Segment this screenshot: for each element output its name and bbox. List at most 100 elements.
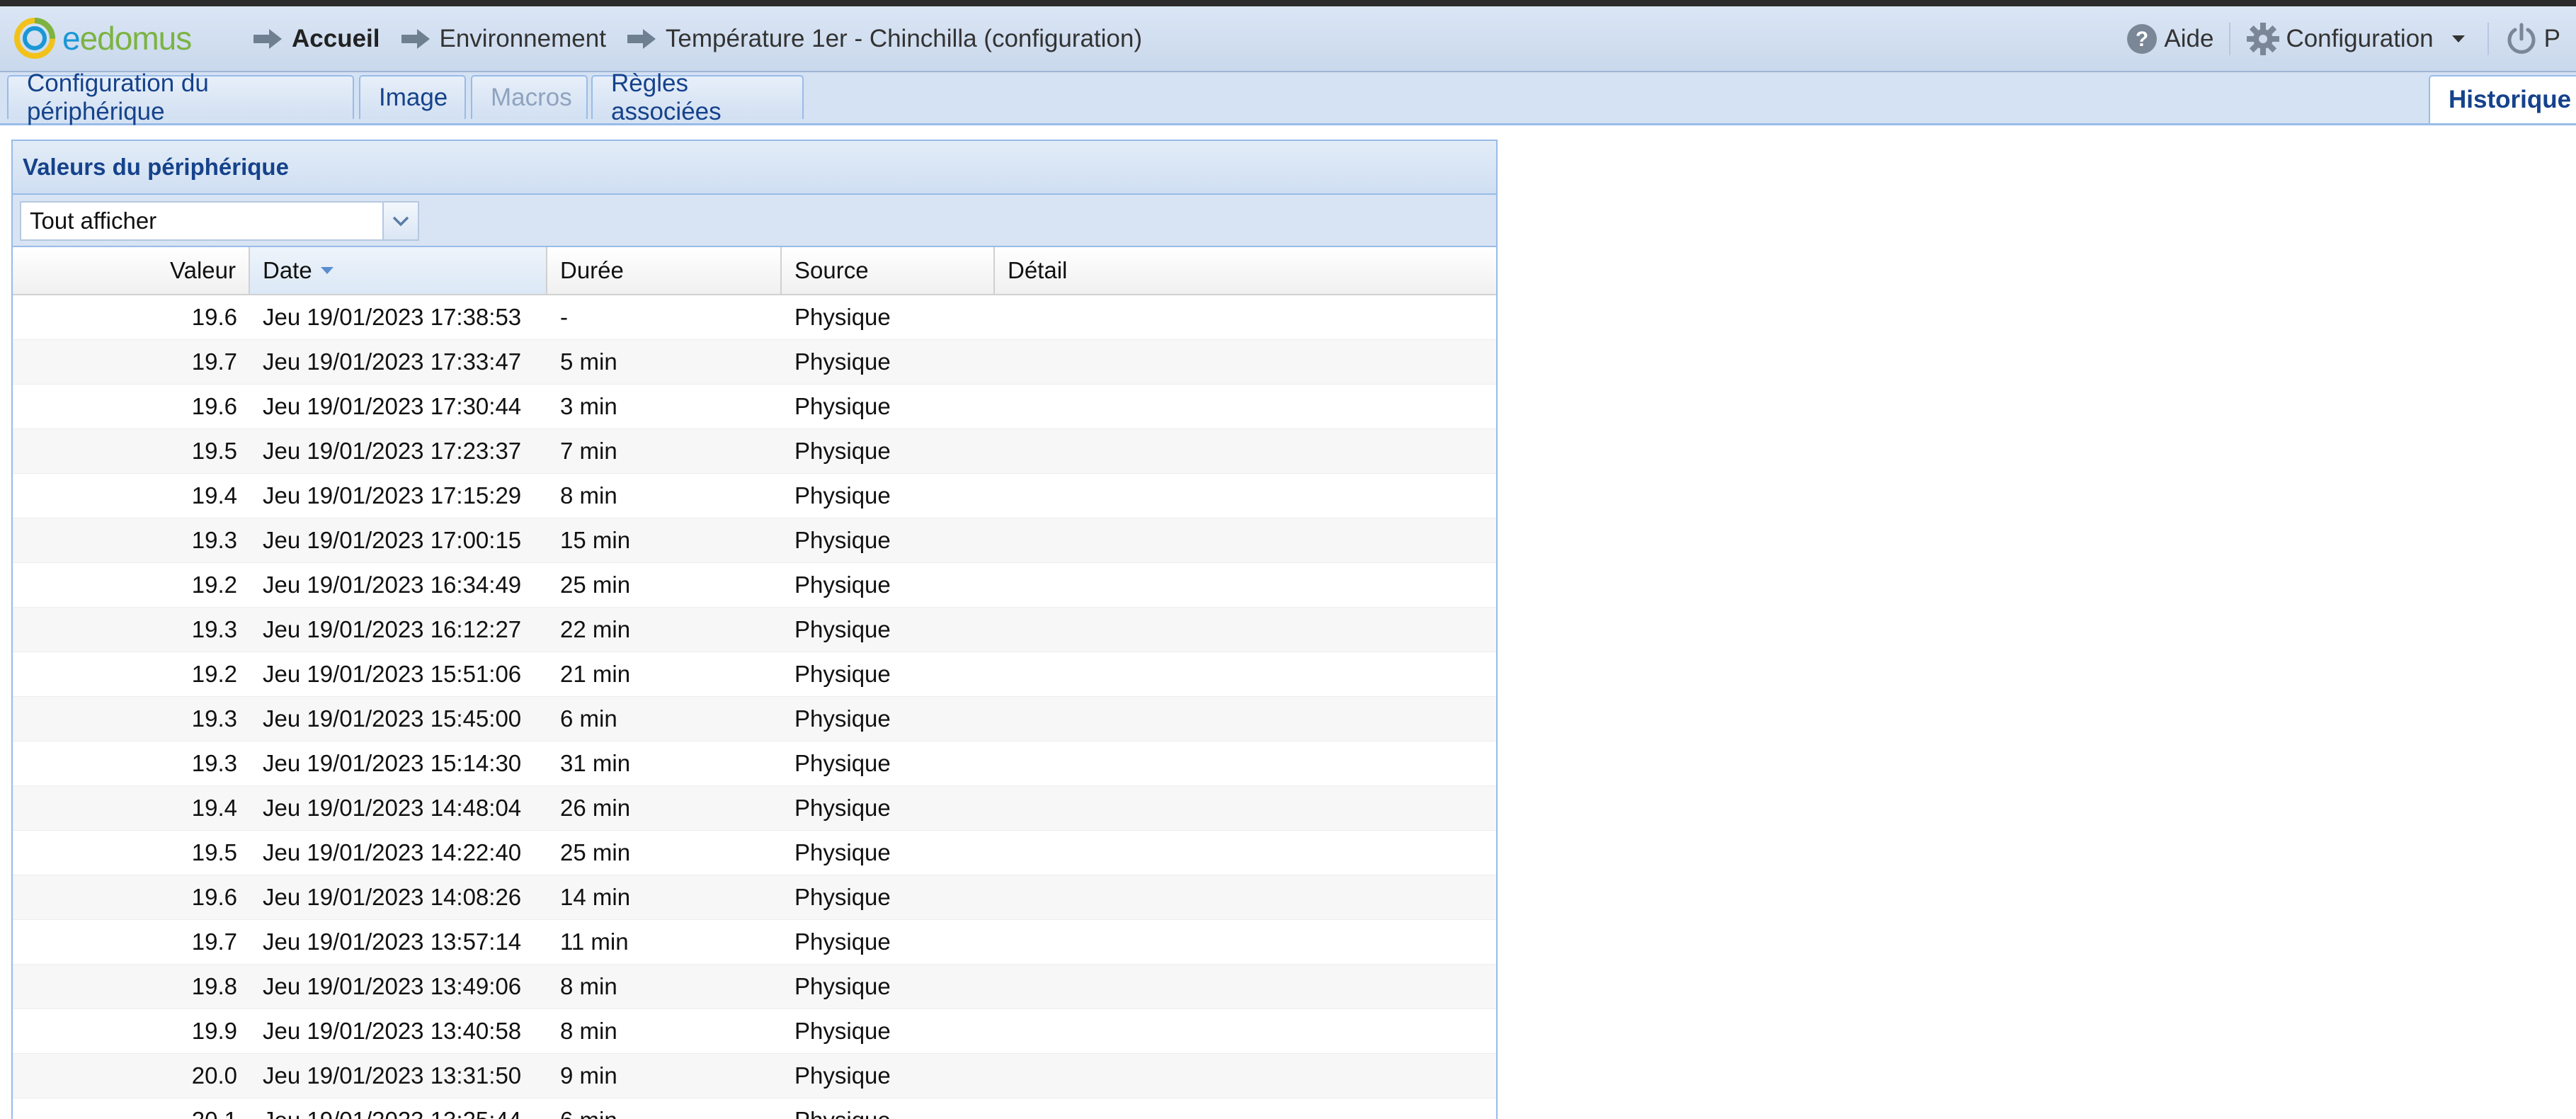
cell-detail [995,518,1496,562]
cell-date: Jeu 19/01/2023 15:45:00 [263,705,522,732]
configuration-menu[interactable]: Configuration [2229,22,2487,55]
cell-duree: 6 min [560,705,617,732]
cell-duree: 6 min [547,1098,782,1119]
logo-ring-icon [14,18,55,59]
column-header-detail[interactable]: Détail [995,247,1496,294]
cell-source: Physique [794,304,891,330]
eedomus-logo[interactable]: eedomus [13,16,192,60]
cell-duree: 8 min [560,482,617,509]
cell-source: Physique [782,1098,995,1119]
table-row[interactable]: 19.4 Jeu 19/01/2023 14:48:04 26 min Physiqu… [13,786,1496,831]
cell-valeur: 19.4 [191,795,237,821]
cell-duree: 5 min [560,348,617,375]
cell-detail [995,563,1496,607]
cell-detail [995,742,1496,785]
cell-source: Physique [794,482,891,509]
arrow-right-icon [401,28,430,49]
cell-source: Physique [794,527,891,553]
cell-date: Jeu 19/01/2023 14:22:40 [263,839,522,865]
table-row[interactable]: 19.3 Jeu 19/01/2023 17:00:15 15 min Physiqu… [13,518,1496,563]
power-menu[interactable]: P [2487,22,2576,55]
tab-configuration-peripherique[interactable]: Configuration du périphérique [7,69,354,125]
cell-date: Jeu 19/01/2023 14:08:26 [263,884,522,910]
filter-combo[interactable]: Tout afficher [20,201,419,241]
cell-date: Jeu 19/01/2023 17:15:29 [263,482,522,509]
cell-duree: 11 min [560,928,629,955]
history-panel: Valeurs du périphérique Tout afficher Va… [11,140,1498,1119]
cell-valeur: 19.8 [191,973,237,999]
table-row[interactable]: 19.7 Jeu 19/01/2023 17:33:47 5 min Physique [13,340,1496,385]
table-row[interactable]: 19.2 Jeu 19/01/2023 16:34:49 25 min Physiqu… [13,563,1496,608]
cell-valeur: 20.1 [13,1098,250,1119]
chevron-down-icon [392,216,409,227]
column-header-duree[interactable]: Durée [547,247,782,294]
breadcrumb-accueil[interactable]: Accueil [252,25,380,53]
cell-detail [995,429,1496,473]
table-row[interactable]: 19.5 Jeu 19/01/2023 14:22:40 25 min Physiqu… [13,831,1496,875]
tab-historique[interactable]: Historique [2429,75,2576,123]
cell-date: Jeu 19/01/2023 17:38:53 [263,304,522,330]
cell-duree: 25 min [560,572,631,598]
table-row[interactable]: 19.6 Jeu 19/01/2023 14:08:26 14 min Physiqu… [13,875,1496,920]
table-row[interactable]: 20.1Jeu 19/01/2023 13:25:446 minPhysique [13,1098,1496,1119]
cell-valeur: 20.0 [191,1062,237,1089]
cell-date: Jeu 19/01/2023 17:33:47 [263,348,522,375]
cell-detail [995,697,1496,741]
table-row[interactable]: 19.7 Jeu 19/01/2023 13:57:14 11 min Physiqu… [13,920,1496,965]
cell-date: Jeu 19/01/2023 15:14:30 [263,750,522,776]
arrow-right-icon [253,28,282,49]
cell-detail [995,652,1496,696]
table-row[interactable]: 19.3 Jeu 19/01/2023 15:14:30 31 min Physiqu… [13,742,1496,786]
cell-date: Jeu 19/01/2023 13:49:06 [263,973,522,999]
cell-valeur: 19.5 [191,438,237,464]
table-row[interactable]: 20.0 Jeu 19/01/2023 13:31:50 9 min Physique [13,1054,1496,1098]
cell-valeur: 19.3 [191,616,237,642]
cell-duree: - [560,304,568,330]
tab-regles-associees[interactable]: Règles associées [591,69,804,125]
cell-valeur: 19.5 [191,839,237,865]
cell-date: Jeu 19/01/2023 16:12:27 [263,616,522,642]
filter-combo-value: Tout afficher [30,208,157,234]
table-row[interactable]: 19.4 Jeu 19/01/2023 17:15:29 8 min Physique [13,474,1496,518]
cell-valeur: 19.3 [191,705,237,732]
cell-detail [995,1054,1496,1098]
table-row[interactable]: 19.6 Jeu 19/01/2023 17:38:53 - Physique [13,295,1496,340]
column-header-source[interactable]: Source [782,247,995,294]
column-header-valeur[interactable]: Valeur [13,247,250,294]
table-row[interactable]: 19.5 Jeu 19/01/2023 17:23:37 7 min Physique [13,429,1496,474]
cell-source: Physique [794,616,891,642]
tab-macros: Macros [471,75,588,119]
table-row[interactable]: 19.3 Jeu 19/01/2023 15:45:00 6 min Physique [13,697,1496,742]
column-header-date[interactable]: Date [250,247,547,294]
header-menu: ? Aide Configuration P [2110,6,2576,71]
cell-valeur: 19.3 [191,527,237,553]
table-row[interactable]: 19.9 Jeu 19/01/2023 13:40:58 8 min Physique [13,1009,1496,1054]
cell-duree: 21 min [560,661,631,687]
panel-toolbar: Tout afficher [13,195,1496,247]
logo-text: eedomus [62,20,192,57]
breadcrumb-label: Accueil [292,24,380,52]
cell-source: Physique [794,705,891,732]
cell-duree: 15 min [560,527,631,553]
cell-duree: 8 min [560,1018,617,1044]
cell-duree: 14 min [560,884,631,910]
tab-image[interactable]: Image [359,75,466,119]
cell-valeur: 19.4 [191,482,237,509]
help-menu[interactable]: ? Aide [2110,23,2229,55]
filter-combo-trigger[interactable] [382,203,418,239]
grid-body: 19.6 Jeu 19/01/2023 17:38:53- Physique 19.7… [13,295,1496,1119]
cell-source: Physique [794,750,891,776]
cell-duree: 7 min [560,438,617,464]
svg-text:?: ? [2136,28,2148,51]
table-row[interactable]: 19.2 Jeu 19/01/2023 15:51:06 21 min Physiqu… [13,652,1496,697]
cell-duree: 9 min [560,1062,617,1089]
cell-date: Jeu 19/01/2023 14:48:04 [263,795,522,821]
sort-desc-icon [320,267,334,274]
breadcrumb-environnement[interactable]: Environnement [400,25,606,53]
table-row[interactable]: 19.3 Jeu 19/01/2023 16:12:27 22 min Physiqu… [13,608,1496,652]
breadcrumb: Accueil Environnement Température 1er - … [252,6,1162,71]
table-row[interactable]: 19.6 Jeu 19/01/2023 17:30:44 3 min Physique [13,385,1496,429]
cell-source: Physique [794,928,891,955]
table-row[interactable]: 19.8 Jeu 19/01/2023 13:49:06 8 min Physique [13,965,1496,1009]
cell-source: Physique [794,1062,891,1089]
